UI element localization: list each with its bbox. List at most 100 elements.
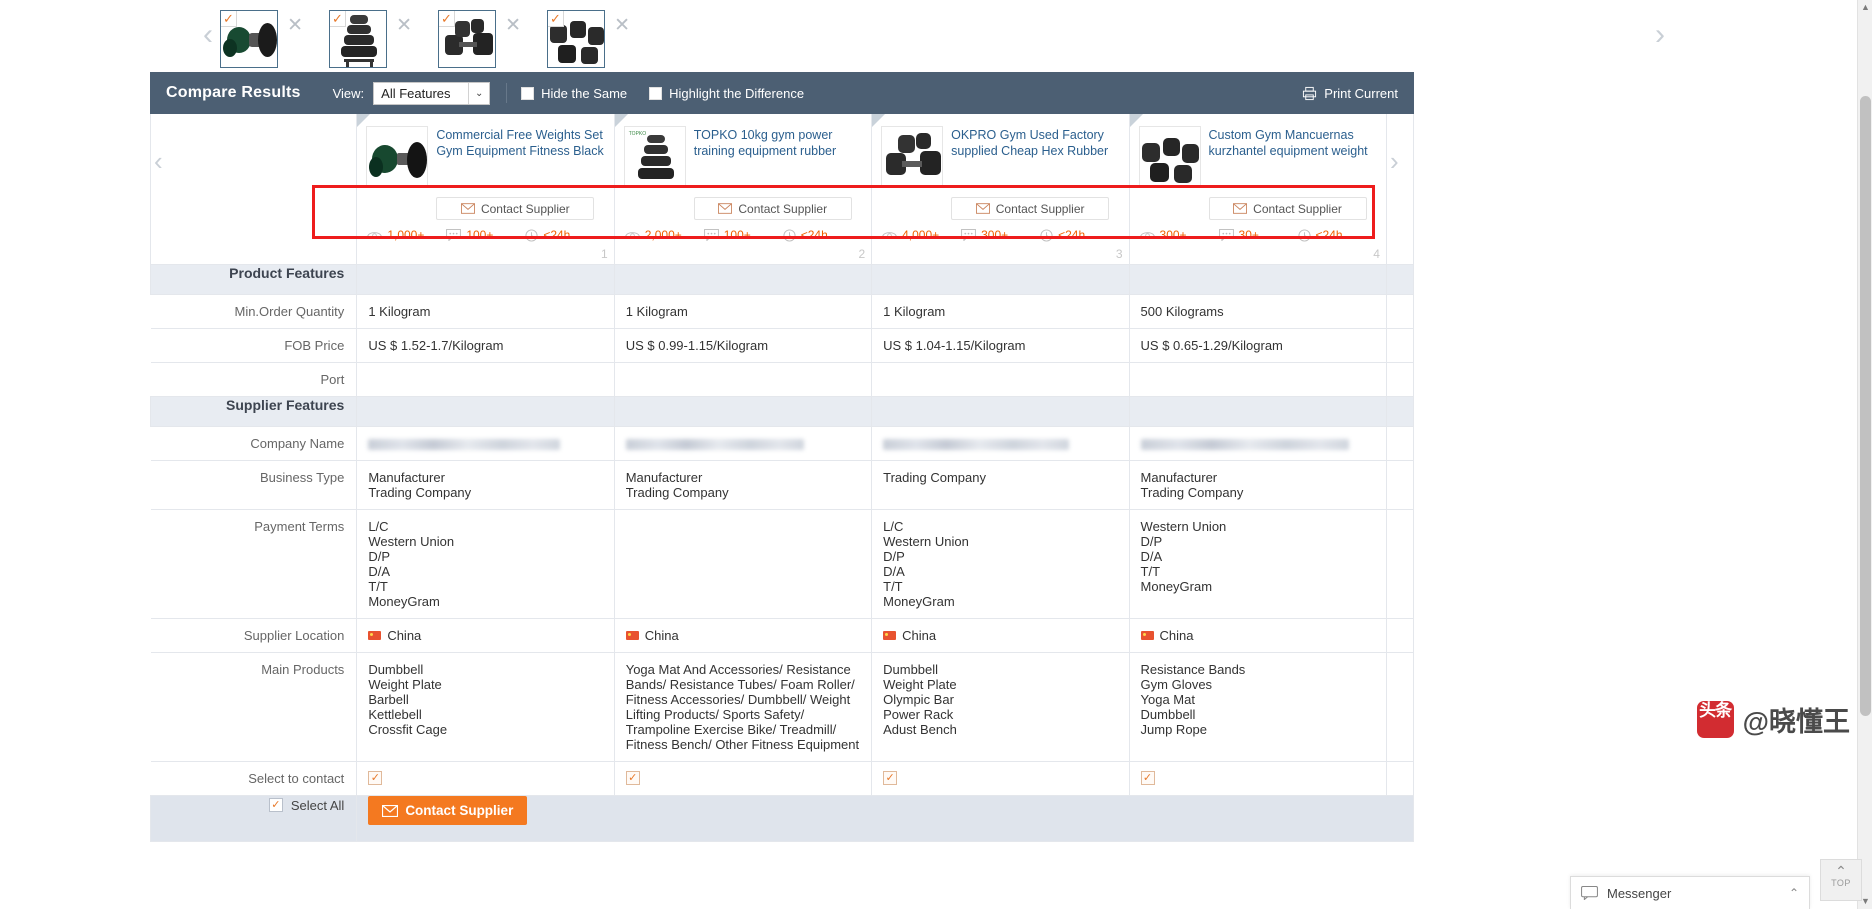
views-value-4: 300+ [1160, 228, 1187, 242]
select-all-cell: ✓ Select All [151, 796, 357, 842]
thumbnail-checkbox-3[interactable]: ✓ [438, 10, 455, 27]
contact-supplier-button-1[interactable]: Contact Supplier [436, 197, 594, 220]
product-title-1[interactable]: Commercial Free Weights Set Gym Equipmen… [436, 126, 604, 188]
cell-business-type-1: ManufacturerTrading Company [357, 461, 614, 510]
select-contact-checkbox-2[interactable]: ✓ [626, 771, 640, 785]
back-to-top-button[interactable]: ⌃ TOP [1820, 859, 1862, 901]
clock-icon [525, 229, 538, 242]
cell-company-name-1 [357, 427, 614, 461]
select-all-checkbox[interactable]: ✓ [269, 798, 283, 812]
row-label-port: Port [151, 363, 357, 397]
highlight-difference-box[interactable] [649, 87, 662, 100]
product-title-3[interactable]: OKPRO Gym Used Factory supplied Cheap He… [951, 126, 1119, 188]
thumbnail-remove-2[interactable]: ✕ [396, 16, 412, 35]
messages-value-1: 100+ [466, 228, 493, 242]
hide-the-same-box[interactable] [521, 87, 534, 100]
response-value-3: <24h [1058, 228, 1085, 242]
products-prev-icon[interactable]: ‹ [154, 150, 163, 172]
thumbnail-remove-1[interactable]: ✕ [287, 16, 303, 35]
messages-stat-1: 100+ [446, 228, 525, 242]
thumbnail-checkbox-1[interactable]: ✓ [220, 10, 237, 27]
location-text-4: China [1160, 628, 1194, 643]
cell-supplier-location-4: China [1129, 619, 1386, 653]
contact-supplier-label-3: Contact Supplier [996, 202, 1085, 216]
cell-min-order-quantity-1: 1 Kilogram [357, 295, 614, 329]
thumbnail-item-4[interactable]: ✓ ✕ [547, 10, 630, 68]
thumbnail-list: ✓ ✕ ✓ ✕ [220, 10, 630, 68]
product-image-4[interactable] [1139, 126, 1201, 188]
clock-icon [783, 229, 796, 242]
contact-supplier-button-main[interactable]: Contact Supplier [368, 796, 527, 825]
messages-stat-4: 30+ [1219, 228, 1298, 242]
cell-port-2 [614, 363, 871, 397]
chevron-up-icon[interactable]: ⌃ [1789, 886, 1799, 900]
hide-the-same-checkbox[interactable]: Hide the Same [521, 86, 627, 101]
highlight-difference-label: Highlight the Difference [669, 86, 804, 101]
contact-supplier-button-4[interactable]: Contact Supplier [1209, 197, 1367, 220]
section2-fill-4 [1129, 397, 1386, 427]
thumbnail-item-2[interactable]: ✓ ✕ [329, 10, 412, 68]
thumbnail-item-1[interactable]: ✓ ✕ [220, 10, 303, 68]
watermark-text: @晓懂王 [1743, 700, 1850, 739]
product-image-2[interactable]: TOPKO [624, 126, 686, 188]
table-footer-row: ✓ Select All Contact Supplier [151, 796, 1414, 842]
print-current-button[interactable]: Print Current [1302, 72, 1398, 114]
comparison-table: ‹ Commercial Free Weights Set Gy [150, 114, 1414, 842]
thumbnail-remove-4[interactable]: ✕ [614, 16, 630, 35]
row-payment-terms: Payment Terms L/CWestern UnionD/PD/AT/TM… [151, 510, 1414, 619]
view-label: View: [333, 86, 365, 101]
cell-min-order-quantity-3: 1 Kilogram [872, 295, 1129, 329]
response-value-2: <24h [801, 228, 828, 242]
china-flag-icon-4 [1141, 631, 1154, 640]
contact-supplier-button-2[interactable]: Contact Supplier [694, 197, 852, 220]
location-text-2: China [645, 628, 679, 643]
thumbnail-image-3[interactable]: ✓ [438, 10, 496, 68]
section-fill-3 [872, 265, 1129, 295]
select-contact-checkbox-3[interactable]: ✓ [883, 771, 897, 785]
select-all-label: Select All [291, 798, 344, 813]
china-flag-icon-3 [883, 631, 896, 640]
print-current-label: Print Current [1324, 86, 1398, 101]
thumbnail-checkbox-4[interactable]: ✓ [547, 10, 564, 27]
select-contact-checkbox-1[interactable]: ✓ [368, 771, 382, 785]
page-scrollbar[interactable]: ▲ ▼ [1857, 0, 1872, 909]
envelope-icon [718, 203, 732, 214]
views-stat-3: 4,000+ [882, 228, 961, 242]
view-select[interactable]: All Features ⌄ [373, 82, 490, 105]
contact-supplier-button-3[interactable]: Contact Supplier [951, 197, 1109, 220]
thumbnail-image-1[interactable]: ✓ [220, 10, 278, 68]
messenger-bar[interactable]: Messenger ⌃ [1570, 876, 1810, 909]
cell-company-name-2 [614, 427, 871, 461]
chevron-down-icon: ⌄ [468, 83, 489, 104]
views-value-2: 2,000+ [645, 228, 682, 242]
product-image-3[interactable] [881, 126, 943, 188]
thumbnail-image-2[interactable]: ✓ [329, 10, 387, 68]
product-image-1[interactable] [366, 126, 428, 188]
select-contact-checkbox-4[interactable]: ✓ [1141, 771, 1155, 785]
section-fill-2 [614, 265, 871, 295]
messages-value-3: 300+ [981, 228, 1008, 242]
cell-port-tail [1386, 363, 1413, 397]
products-next-icon[interactable]: › [1390, 150, 1399, 172]
scrollbar-up-icon[interactable]: ▲ [1858, 0, 1872, 15]
contact-supplier-label-4: Contact Supplier [1253, 202, 1342, 216]
strip-next-icon[interactable]: › [1646, 22, 1674, 50]
section2-fill-2 [614, 397, 871, 427]
strip-prev-icon[interactable]: ‹ [194, 22, 222, 50]
thumbnail-remove-3[interactable]: ✕ [505, 16, 521, 35]
thumbnail-checkbox-2[interactable]: ✓ [329, 10, 346, 27]
highlight-difference-checkbox[interactable]: Highlight the Difference [649, 86, 804, 101]
select-all-control[interactable]: ✓ Select All [269, 798, 344, 813]
cell-port-4 [1129, 363, 1386, 397]
toolbar-divider [506, 83, 507, 103]
section2-fill-5 [1386, 397, 1413, 427]
cell-business-type-4: ManufacturerTrading Company [1129, 461, 1386, 510]
scrollbar-thumb[interactable] [1860, 96, 1871, 716]
row-fob-price: FOB Price US $ 1.52-1.7/Kilogram US $ 0.… [151, 329, 1414, 363]
row-min-order-quantity: Min.Order Quantity 1 Kilogram 1 Kilogram… [151, 295, 1414, 329]
thumbnail-item-3[interactable]: ✓ ✕ [438, 10, 521, 68]
cell-supplier-location-2: China [614, 619, 871, 653]
thumbnail-image-4[interactable]: ✓ [547, 10, 605, 68]
product-title-4[interactable]: Custom Gym Mancuernas kurzhantel equipme… [1209, 126, 1377, 188]
product-title-2[interactable]: TOPKO 10kg gym power training equipment … [694, 126, 862, 188]
